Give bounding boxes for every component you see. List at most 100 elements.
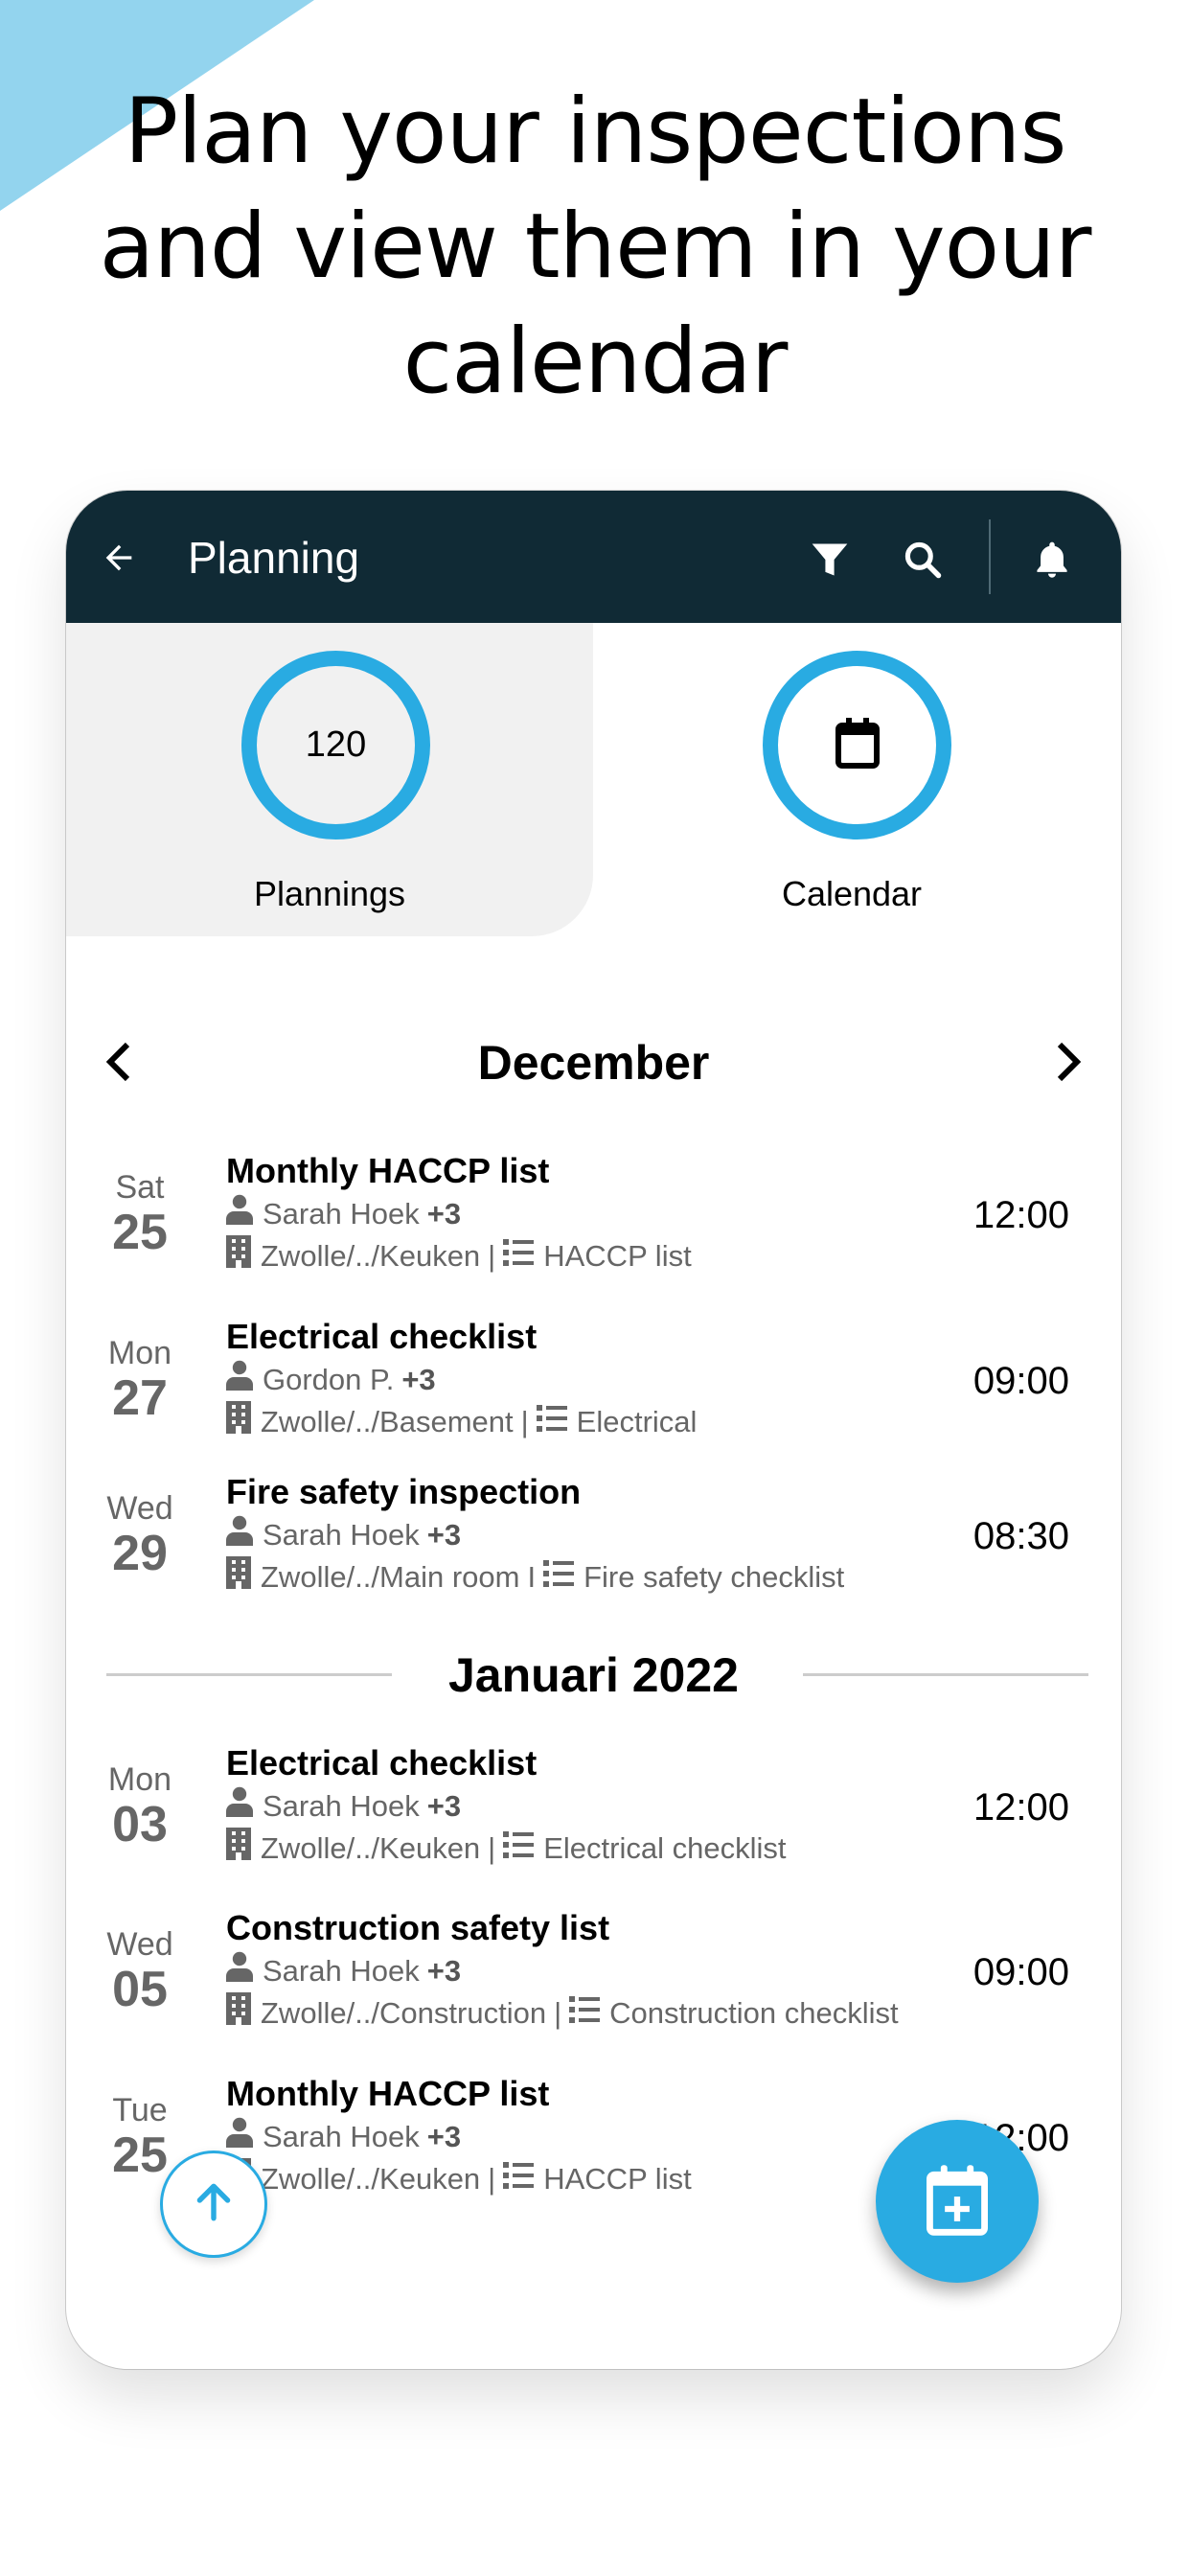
add-planning-button[interactable] <box>876 2120 1039 2283</box>
location-path: Zwolle/../Basement <box>261 1405 514 1438</box>
planning-item[interactable]: Sat 25 Monthly HACCP list Sarah Hoek +3 Z… <box>66 1150 1121 1284</box>
list-icon <box>536 1403 567 1441</box>
location-path: Zwolle/../Construction <box>261 1996 547 2030</box>
filter-icon[interactable] <box>809 539 851 581</box>
checklist-name: Electrical checklist <box>543 1831 787 1865</box>
person-icon <box>226 1951 253 1991</box>
planning-item[interactable]: Mon 03 Electrical checklist Sarah Hoek +3… <box>66 1742 1121 1876</box>
item-weekday: Tue <box>112 2092 168 2128</box>
headline-line-1: Plan your inspections <box>124 80 1067 184</box>
list-icon <box>543 1558 575 1597</box>
assignee-name: Gordon P. <box>263 1363 395 1396</box>
item-title: Monthly HACCP list <box>226 2074 550 2113</box>
assignee-name: Sarah Hoek <box>263 1197 420 1230</box>
item-location: Zwolle/../Keuken | HACCP list <box>226 2158 692 2200</box>
location-path: Zwolle/../Keuken <box>261 1831 481 1865</box>
item-weekday: Sat <box>115 1169 165 1206</box>
view-tabs: 120 Plannings Calendar <box>66 623 1121 936</box>
calendar-icon <box>833 716 882 774</box>
assignee-name: Sarah Hoek <box>263 1954 420 1988</box>
assignee-name: Sarah Hoek <box>263 2120 420 2153</box>
planning-item[interactable]: Wed 05 Construction safety list Sarah Ho… <box>66 1907 1121 2041</box>
item-date: 27 <box>112 1370 168 1426</box>
checklist-name: Construction checklist <box>609 1996 899 2030</box>
planning-item[interactable]: Mon 27 Electrical checklist Gordon P. +3 … <box>66 1316 1121 1450</box>
item-weekday: Mon <box>107 1761 172 1798</box>
assignee-extra: +3 <box>426 1518 462 1552</box>
separator: | <box>488 2162 496 2196</box>
calendar-plus-icon <box>921 2161 994 2242</box>
person-icon <box>226 1786 253 1827</box>
person-icon <box>226 2117 253 2157</box>
item-time: 09:00 <box>973 1360 1069 1402</box>
separator: | <box>488 1239 496 1273</box>
person-icon <box>226 1360 253 1400</box>
tab-calendar[interactable]: Calendar <box>594 623 1121 936</box>
tab-plannings-label: Plannings <box>253 874 406 913</box>
checklist-name: HACCP list <box>543 2162 692 2196</box>
building-icon <box>226 1828 251 1870</box>
item-assignee: Sarah Hoek +3 <box>226 1786 461 1827</box>
location-path: Zwolle/../Main room <box>261 1560 520 1594</box>
header-divider <box>989 519 991 594</box>
separator: I <box>527 1560 537 1594</box>
item-date: 25 <box>112 1205 168 1260</box>
item-time: 09:00 <box>973 1951 1069 1993</box>
building-icon <box>226 1401 251 1443</box>
divider-line-right <box>803 1673 1088 1676</box>
item-assignee: Sarah Hoek +3 <box>226 1194 461 1234</box>
section-divider: Januari 2022 <box>66 1645 1121 1703</box>
location-path: Zwolle/../Keuken <box>261 2162 481 2196</box>
checklist-name: Fire safety checklist <box>584 1560 845 1594</box>
headline-line-2: and view them in your <box>99 195 1092 299</box>
tab-plannings[interactable]: 120 Plannings <box>66 623 593 936</box>
separator: | <box>488 1831 496 1865</box>
item-title: Construction safety list <box>226 1908 610 1947</box>
back-arrow-icon[interactable] <box>100 539 138 577</box>
planning-item[interactable]: Wed 29 Fire safety inspection Sarah Hoek… <box>66 1471 1121 1605</box>
location-path: Zwolle/../Keuken <box>261 1239 481 1273</box>
item-date: 29 <box>112 1526 168 1581</box>
separator: | <box>554 1996 562 2030</box>
item-assignee: Sarah Hoek +3 <box>226 1515 461 1555</box>
building-icon <box>226 1556 251 1598</box>
item-date: 05 <box>112 1962 168 2017</box>
building-icon <box>226 1992 251 2035</box>
item-weekday: Wed <box>106 1490 173 1527</box>
scroll-to-top-button[interactable] <box>160 2150 267 2258</box>
item-weekday: Mon <box>107 1335 172 1371</box>
item-location: Zwolle/../Keuken | HACCP list <box>226 1235 692 1277</box>
person-icon <box>226 1515 253 1555</box>
assignee-extra: +3 <box>426 1197 462 1230</box>
item-assignee: Sarah Hoek +3 <box>226 1951 461 1991</box>
month-navigator: December <box>66 1008 1121 1114</box>
headline-line-3: calendar <box>402 310 789 414</box>
item-time: 08:30 <box>973 1515 1069 1557</box>
assignee-name: Sarah Hoek <box>263 1789 420 1823</box>
person-icon <box>226 1194 253 1234</box>
search-icon[interactable] <box>902 539 944 581</box>
item-location: Zwolle/../Construction | Construction che… <box>226 1992 899 2035</box>
assignee-extra: +3 <box>426 2120 462 2153</box>
building-icon <box>226 1235 251 1277</box>
item-time: 12:00 <box>973 1194 1069 1236</box>
item-title: Monthly HACCP list <box>226 1151 550 1190</box>
assignee-extra: +3 <box>401 1363 436 1396</box>
item-location: Zwolle/../Keuken | Electrical checklist <box>226 1828 786 1870</box>
calendar-ring <box>763 651 951 840</box>
checklist-name: HACCP list <box>543 1239 692 1273</box>
item-location: Zwolle/../Basement | Electrical <box>226 1401 697 1443</box>
plannings-count-ring: 120 <box>241 651 430 840</box>
list-icon <box>503 2160 535 2198</box>
item-title: Fire safety inspection <box>226 1472 582 1511</box>
arrow-up-icon <box>190 2178 238 2231</box>
plannings-count: 120 <box>305 724 367 765</box>
checklist-name: Electrical <box>576 1405 698 1438</box>
item-location: Zwolle/../Main room I Fire safety checkli… <box>226 1556 844 1598</box>
list-icon <box>503 1829 535 1868</box>
item-title: Electrical checklist <box>226 1317 538 1356</box>
bell-icon[interactable] <box>1031 539 1073 581</box>
chevron-right-icon[interactable] <box>1048 1041 1087 1083</box>
item-date: 03 <box>112 1797 168 1852</box>
assignee-extra: +3 <box>426 1954 462 1988</box>
